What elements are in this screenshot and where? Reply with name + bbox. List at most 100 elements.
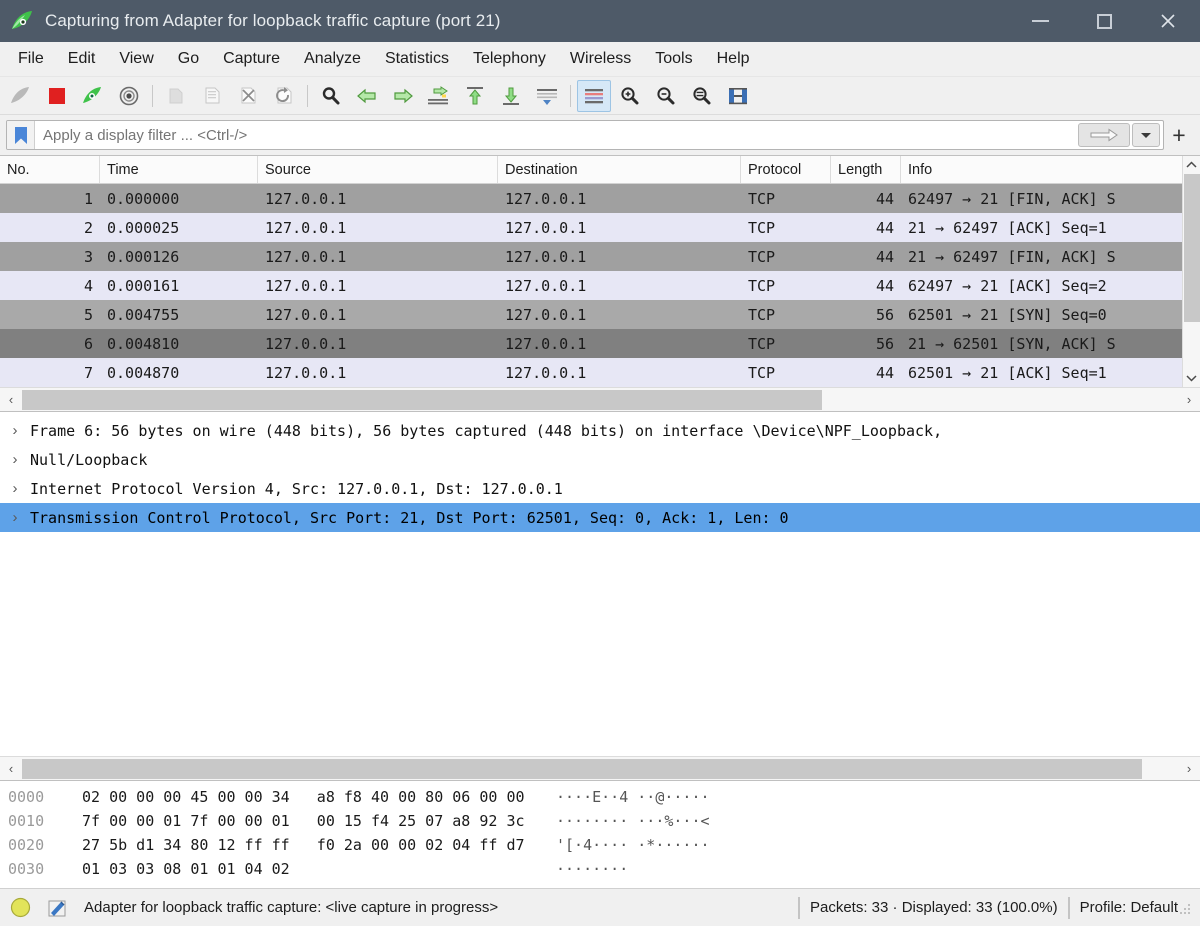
column-header-no[interactable]: No.	[0, 156, 100, 183]
yellow-circle-icon[interactable]	[0, 897, 40, 918]
close-button[interactable]	[1136, 0, 1200, 42]
scrollbar-track[interactable]	[22, 389, 1178, 411]
wireshark-fin-icon	[10, 10, 36, 32]
packet-list-vertical-scrollbar[interactable]	[1182, 156, 1200, 387]
scrollbar-track[interactable]	[22, 758, 1178, 780]
search-input[interactable]	[35, 126, 1078, 144]
menu-capture[interactable]: Capture	[211, 46, 292, 72]
column-header-info[interactable]: Info	[901, 156, 1182, 183]
restart-capture-icon[interactable]	[76, 80, 110, 112]
table-row[interactable]: 1 0.000000 127.0.0.1 127.0.0.1 TCP 44 62…	[0, 184, 1182, 213]
table-row[interactable]: 7 0.004870 127.0.0.1 127.0.0.1 TCP 44 62…	[0, 358, 1182, 387]
scroll-left-button[interactable]: ‹	[0, 392, 22, 407]
go-to-packet-icon[interactable]	[422, 80, 456, 112]
column-header-destination[interactable]: Destination	[498, 156, 741, 183]
menu-telephony[interactable]: Telephony	[461, 46, 558, 72]
chevron-right-icon[interactable]: ›	[0, 422, 30, 439]
chevron-right-icon[interactable]: ›	[0, 480, 30, 497]
minimize-button[interactable]	[1008, 0, 1072, 42]
menu-statistics[interactable]: Statistics	[373, 46, 461, 72]
maximize-button[interactable]	[1072, 0, 1136, 42]
packet-bytes-pane: 0000 02 00 00 00 45 00 00 34 a8 f8 40 00…	[0, 780, 1200, 888]
wireshark-window: Capturing from Adapter for loopback traf…	[0, 0, 1200, 926]
scroll-right-button[interactable]: ›	[1178, 392, 1200, 407]
menu-edit[interactable]: Edit	[56, 46, 108, 72]
save-file-icon[interactable]	[195, 80, 229, 112]
column-header-source[interactable]: Source	[258, 156, 498, 183]
hex-row[interactable]: 0030 01 03 03 08 01 01 04 02 ········	[0, 857, 1200, 881]
chevron-up-icon[interactable]	[1183, 156, 1200, 174]
cell-length: 56	[875, 305, 894, 324]
menu-go[interactable]: Go	[166, 46, 211, 72]
find-packet-icon[interactable]	[314, 80, 348, 112]
detail-row-ipv4[interactable]: › Internet Protocol Version 4, Src: 127.…	[0, 474, 1200, 503]
menu-help[interactable]: Help	[705, 46, 762, 72]
scrollbar-thumb[interactable]	[1184, 174, 1200, 322]
go-back-icon[interactable]	[350, 80, 384, 112]
cell-destination: 127.0.0.1	[505, 276, 587, 295]
detail-row-tcp-selected[interactable]: › Transmission Control Protocol, Src Por…	[0, 503, 1200, 532]
hex-row[interactable]: 0010 7f 00 00 01 7f 00 00 01 00 15 f4 25…	[0, 809, 1200, 833]
add-filter-button[interactable]: +	[1164, 122, 1194, 149]
cell-length: 56	[875, 334, 894, 353]
menu-analyze[interactable]: Analyze	[292, 46, 373, 72]
menu-file[interactable]: File	[6, 46, 56, 72]
go-to-first-packet-icon[interactable]	[458, 80, 492, 112]
scrollbar-thumb[interactable]	[22, 389, 822, 410]
packet-detail-horizontal-scrollbar[interactable]: ‹ ›	[0, 756, 1200, 780]
menu-view[interactable]: View	[107, 46, 165, 72]
chevron-right-icon[interactable]: ›	[0, 451, 30, 468]
table-row-selected[interactable]: 6 0.004810 127.0.0.1 127.0.0.1 TCP 56 21…	[0, 329, 1182, 358]
hex-row[interactable]: 0000 02 00 00 00 45 00 00 34 a8 f8 40 00…	[0, 785, 1200, 809]
bookmark-icon[interactable]	[7, 121, 35, 149]
cell-time: 0.000126	[107, 247, 180, 266]
detail-row-nullloopback[interactable]: › Null/Loopback	[0, 445, 1200, 474]
profile-text[interactable]: Profile: Default	[1080, 899, 1178, 916]
start-capture-icon[interactable]	[4, 80, 38, 112]
go-to-last-packet-icon[interactable]	[494, 80, 528, 112]
apply-filter-button[interactable]	[1078, 123, 1130, 147]
cell-protocol: TCP	[748, 305, 776, 324]
table-row[interactable]: 4 0.000161 127.0.0.1 127.0.0.1 TCP 44 62…	[0, 271, 1182, 300]
toolbar-separator	[570, 84, 571, 107]
packets-count-text: Packets: 33 · Displayed: 33 (100.0%)	[809, 899, 1058, 916]
hex-row[interactable]: 0020 27 5b d1 34 80 12 ff ff f0 2a 00 00…	[0, 833, 1200, 857]
status-separator	[797, 896, 800, 919]
reload-file-icon[interactable]	[267, 80, 301, 112]
go-forward-icon[interactable]	[386, 80, 420, 112]
scrollbar-thumb[interactable]	[22, 758, 1142, 779]
capture-file-properties-icon[interactable]	[40, 897, 74, 918]
open-file-icon[interactable]	[159, 80, 193, 112]
resize-grip-icon[interactable]	[1178, 901, 1192, 915]
auto-scroll-icon[interactable]	[530, 80, 564, 112]
scroll-left-button[interactable]: ‹	[0, 761, 22, 776]
packet-list-horizontal-scrollbar[interactable]: ‹ ›	[0, 387, 1200, 411]
close-file-icon[interactable]	[231, 80, 265, 112]
colorize-packets-icon[interactable]	[577, 79, 611, 112]
resize-columns-icon[interactable]	[721, 80, 755, 112]
cell-destination: 127.0.0.1	[505, 218, 587, 237]
table-row[interactable]: 5 0.004755 127.0.0.1 127.0.0.1 TCP 56 62…	[0, 300, 1182, 329]
menu-wireless[interactable]: Wireless	[558, 46, 643, 72]
column-header-time[interactable]: Time	[100, 156, 258, 183]
scroll-right-button[interactable]: ›	[1178, 761, 1200, 776]
cell-info: 21 → 62497 [FIN, ACK] S	[908, 247, 1116, 266]
packet-list-body: No. Time Source Destination Protocol Len…	[0, 156, 1200, 387]
chevron-right-icon[interactable]: ›	[0, 509, 30, 526]
chevron-down-icon[interactable]	[1132, 123, 1160, 147]
table-row[interactable]: 2 0.000025 127.0.0.1 127.0.0.1 TCP 44 21…	[0, 213, 1182, 242]
normal-size-icon[interactable]	[685, 80, 719, 112]
cell-time: 0.000161	[107, 276, 180, 295]
table-row[interactable]: 3 0.000126 127.0.0.1 127.0.0.1 TCP 44 21…	[0, 242, 1182, 271]
menu-tools[interactable]: Tools	[643, 46, 704, 72]
chevron-down-icon[interactable]	[1183, 369, 1200, 387]
stop-capture-icon[interactable]	[40, 80, 74, 112]
column-header-length[interactable]: Length	[831, 156, 901, 183]
column-header-protocol[interactable]: Protocol	[741, 156, 831, 183]
zoom-in-icon[interactable]	[613, 80, 647, 112]
detail-row-frame[interactable]: › Frame 6: 56 bytes on wire (448 bits), …	[0, 416, 1200, 445]
cell-source: 127.0.0.1	[265, 305, 347, 324]
window-controls	[1008, 0, 1200, 42]
capture-options-icon[interactable]	[112, 80, 146, 112]
zoom-out-icon[interactable]	[649, 80, 683, 112]
